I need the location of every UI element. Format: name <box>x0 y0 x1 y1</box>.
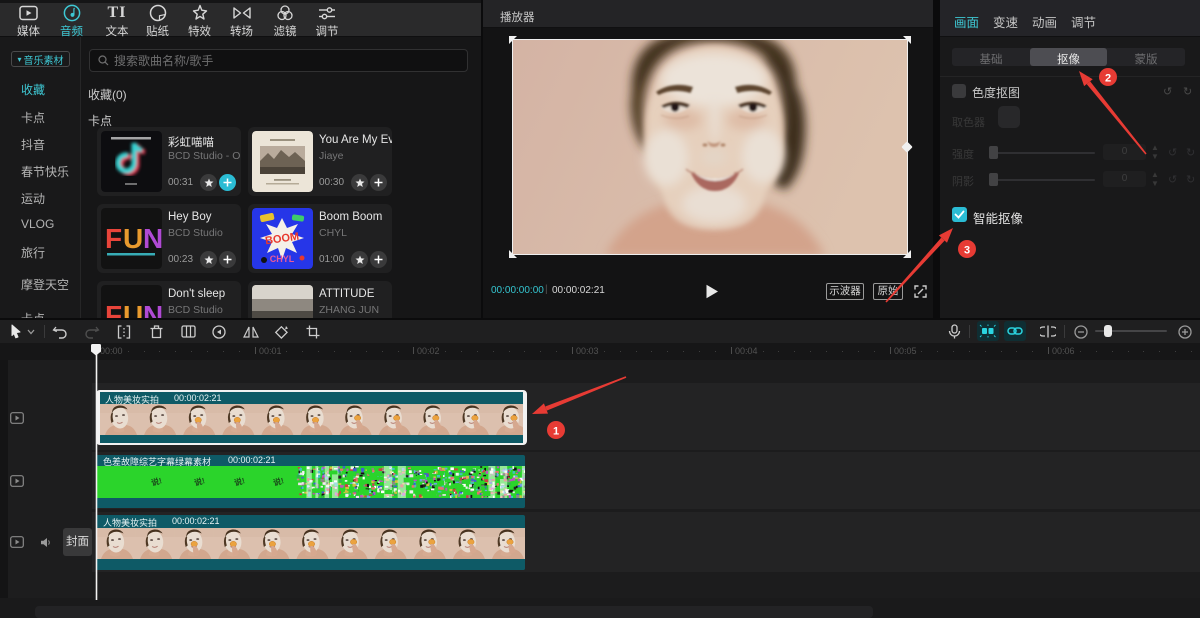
svg-text:N: N <box>143 223 162 254</box>
svg-text:U: U <box>123 223 143 254</box>
svg-text:F: F <box>105 300 122 318</box>
svg-text:F: F <box>105 223 122 254</box>
svg-text:CHYL: CHYL <box>270 254 295 264</box>
svg-text:U: U <box>123 300 143 318</box>
svg-text:N: N <box>143 300 162 318</box>
